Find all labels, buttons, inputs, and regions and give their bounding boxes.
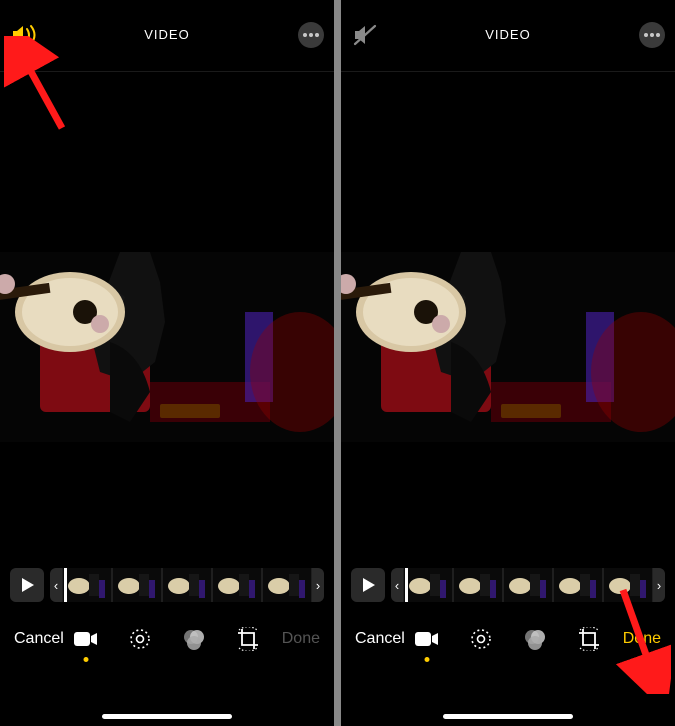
video-editor-screen-left: VIDEO — [0, 0, 334, 726]
filters-tool-button[interactable] — [181, 626, 207, 652]
timeline-thumb — [403, 568, 453, 602]
trim-handle-left[interactable]: ‹ — [391, 568, 403, 602]
timeline-thumbnails — [62, 568, 312, 602]
timeline-thumb — [453, 568, 503, 602]
chevron-left-icon: ‹ — [395, 578, 399, 593]
video-preview[interactable] — [341, 72, 675, 472]
timeline-row: ‹ › — [341, 568, 675, 602]
timeline-scrubber[interactable]: ‹ › — [50, 568, 324, 602]
crop-rotate-icon — [236, 627, 260, 651]
filters-tool-button[interactable] — [522, 626, 548, 652]
timeline-thumb — [503, 568, 553, 602]
done-button[interactable]: Done — [268, 630, 320, 648]
sound-toggle-button[interactable] — [10, 20, 40, 50]
home-indicator[interactable] — [443, 714, 573, 719]
edit-tools — [73, 626, 261, 652]
video-preview[interactable] — [0, 72, 334, 472]
timeline-scrubber[interactable]: ‹ › — [391, 568, 665, 602]
timeline-thumb — [603, 568, 653, 602]
video-editor-screen-right: VIDEO — [341, 0, 675, 726]
playhead[interactable] — [405, 568, 408, 602]
chevron-left-icon: ‹ — [54, 578, 58, 593]
play-button[interactable] — [10, 568, 44, 602]
adjust-tool-button[interactable] — [127, 626, 153, 652]
preview-frame — [0, 252, 334, 442]
screen-title: VIDEO — [485, 27, 530, 42]
home-indicator[interactable] — [102, 714, 232, 719]
more-icon — [303, 33, 319, 37]
filters-icon — [523, 627, 547, 651]
play-icon — [361, 578, 375, 592]
done-button[interactable]: Done — [609, 630, 661, 648]
more-button[interactable] — [298, 22, 324, 48]
adjust-icon — [469, 627, 493, 651]
timeline-thumbnails — [403, 568, 653, 602]
crop-tool-button[interactable] — [235, 626, 261, 652]
sound-toggle-button[interactable] — [351, 20, 381, 50]
timeline-row: ‹ › — [0, 568, 334, 602]
timeline-thumb — [553, 568, 603, 602]
trim-handle-left[interactable]: ‹ — [50, 568, 62, 602]
adjust-tool-button[interactable] — [468, 626, 494, 652]
more-icon — [644, 33, 660, 37]
speaker-muted-icon — [353, 24, 379, 46]
topbar: VIDEO — [0, 0, 334, 72]
bottom-toolbar: Cancel — [0, 602, 334, 658]
crop-tool-button[interactable] — [576, 626, 602, 652]
crop-rotate-icon — [577, 627, 601, 651]
timeline-thumb — [112, 568, 162, 602]
timeline-thumb — [262, 568, 312, 602]
bottom-toolbar: Cancel — [341, 602, 675, 658]
more-button[interactable] — [639, 22, 665, 48]
playhead[interactable] — [64, 568, 67, 602]
topbar: VIDEO — [341, 0, 675, 72]
cancel-button[interactable]: Cancel — [355, 630, 407, 648]
filters-icon — [182, 627, 206, 651]
timeline-thumb — [162, 568, 212, 602]
play-icon — [20, 578, 34, 592]
cancel-button[interactable]: Cancel — [14, 630, 66, 648]
chevron-right-icon: › — [316, 578, 320, 593]
screen-title: VIDEO — [144, 27, 189, 42]
trim-handle-right[interactable]: › — [312, 568, 324, 602]
video-tool-button[interactable] — [73, 626, 99, 652]
video-icon — [415, 630, 439, 648]
trim-handle-right[interactable]: › — [653, 568, 665, 602]
play-button[interactable] — [351, 568, 385, 602]
preview-frame — [341, 252, 675, 442]
timeline-thumb — [212, 568, 262, 602]
video-icon — [74, 630, 98, 648]
speaker-on-icon — [11, 24, 39, 46]
timeline-thumb — [62, 568, 112, 602]
edit-tools — [414, 626, 602, 652]
video-tool-button[interactable] — [414, 626, 440, 652]
chevron-right-icon: › — [657, 578, 661, 593]
adjust-icon — [128, 627, 152, 651]
